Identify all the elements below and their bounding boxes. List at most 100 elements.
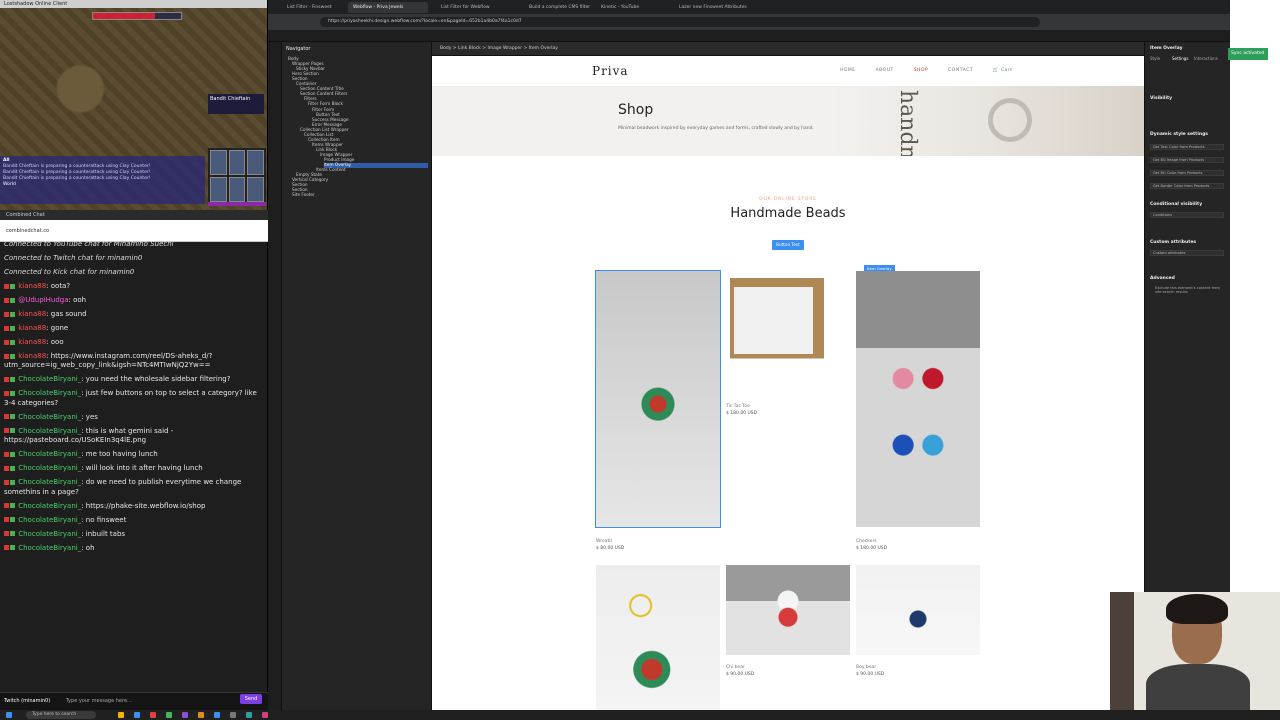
site-logo[interactable]: Priva <box>592 64 629 78</box>
taskbar-app-icon[interactable] <box>214 712 220 718</box>
site-nav-shop[interactable]: SHOP <box>914 68 929 73</box>
product-image[interactable] <box>856 271 980 527</box>
chat-username[interactable]: ChocolateBiryani_ <box>18 450 81 458</box>
conditions-row[interactable]: Conditions <box>1150 212 1224 218</box>
windows-taskbar: Type here to search <box>0 710 1280 720</box>
taskbar-app-icon[interactable] <box>230 712 236 718</box>
skill-slot[interactable] <box>247 177 264 202</box>
taskbar-app-icon[interactable] <box>134 712 140 718</box>
settings-tab[interactable]: Interactions <box>1194 56 1218 61</box>
platform-icon <box>4 479 9 485</box>
advanced-search-exclude[interactable]: Exclude this element's content from site… <box>1155 286 1225 294</box>
taskbar-app-icon[interactable] <box>262 712 268 718</box>
settings-tab[interactable]: Style <box>1150 56 1160 61</box>
mod-icon <box>10 390 15 396</box>
navigator-item[interactable]: Hero Section <box>292 72 428 77</box>
navigator-item[interactable]: Section <box>292 183 428 188</box>
product-name[interactable]: Chi bear <box>726 665 745 670</box>
chat-username[interactable]: kiana88 <box>18 338 46 346</box>
chat-username[interactable]: ChocolateBiryani_ <box>18 427 81 435</box>
navigator-item[interactable]: Section Content Filters <box>300 92 428 97</box>
start-icon[interactable] <box>6 712 12 718</box>
product-image[interactable] <box>596 565 720 710</box>
navigator-item[interactable]: Site Footer <box>292 193 428 198</box>
chat-message: ChocolateBiryani_: this is what gemini s… <box>4 427 264 446</box>
taskbar-app-icon[interactable] <box>150 712 156 718</box>
browser-tab[interactable]: List Filter for Webflow <box>436 2 516 13</box>
url-field[interactable]: https://priyasheekhi.design.webflow.com/… <box>320 17 1040 27</box>
chat-username[interactable]: ChocolateBiryani_ <box>18 502 81 510</box>
skill-slot[interactable] <box>210 177 227 202</box>
chat-message: ChocolateBiryani_: you need the wholesal… <box>4 375 264 384</box>
chat-message: ChocolateBiryani_: will look into it aft… <box>4 464 264 473</box>
taskbar-app-icon[interactable] <box>246 712 252 718</box>
designer-canvas[interactable]: Priva HOME ABOUT SHOP CONTACT 🛒 Cart han… <box>432 56 1144 710</box>
skill-slot[interactable] <box>228 177 246 202</box>
chat-username[interactable]: ChocolateBiryani_ <box>18 478 81 486</box>
game-chat-tab-world[interactable]: World <box>3 182 202 188</box>
browser-tab[interactable]: Lazer new Finsweet Attributes <box>674 2 754 13</box>
dynamic-style-row[interactable]: Get BG Image from Products <box>1150 157 1224 163</box>
skill-bar[interactable] <box>208 148 266 204</box>
browser-tabbar: List Filter - Finsweet Webflow - Priva Je… <box>268 0 1230 14</box>
site-nav-home[interactable]: HOME <box>840 68 856 73</box>
product-name[interactable]: Boy bear <box>856 665 876 670</box>
product-image[interactable] <box>726 271 850 393</box>
product-image[interactable] <box>726 565 850 655</box>
skill-slot[interactable] <box>247 150 264 175</box>
site-nav-contact[interactable]: CONTACT <box>948 68 973 73</box>
mod-icon <box>10 297 15 303</box>
chat-username[interactable]: ChocolateBiryani_ <box>18 516 81 524</box>
settings-tab[interactable]: Settings <box>1172 56 1188 61</box>
chat-username[interactable]: kiana88 <box>18 282 46 290</box>
site-nav-about[interactable]: ABOUT <box>876 68 894 73</box>
product-image[interactable] <box>856 565 980 655</box>
navigator-item[interactable]: Vertical Category <box>292 178 428 183</box>
browser-tab[interactable]: Webflow - Priva Jewels <box>348 2 428 13</box>
product-name[interactable]: Wreath <box>596 539 612 544</box>
chat-username[interactable]: kiana88 <box>18 324 46 332</box>
hero-ring-decoration <box>988 98 1032 142</box>
dynamic-style-row[interactable]: Get Border Color from Products <box>1150 183 1224 189</box>
chat-username[interactable]: ChocolateBiryani_ <box>18 544 81 552</box>
chat-text: no finsweet <box>85 515 127 524</box>
site-nav-cart[interactable]: 🛒 Cart <box>993 68 1031 73</box>
navigator-item[interactable]: Items Content <box>316 167 428 173</box>
chat-send-button[interactable]: Send <box>240 694 262 704</box>
taskbar-app-icon[interactable] <box>166 712 172 718</box>
dynamic-style-row[interactable]: Get Text Color from Products <box>1150 144 1224 150</box>
browser-toolbar: https://priyasheekhi.design.webflow.com/… <box>268 14 1230 30</box>
chat-username[interactable]: kiana88 <box>18 310 46 318</box>
skill-slot[interactable] <box>210 150 227 175</box>
custom-attributes-row[interactable]: Custom attributes <box>1150 250 1224 256</box>
chat-username[interactable]: ChocolateBiryani_ <box>18 375 81 383</box>
chat-message: kiana88: gas sound <box>4 310 264 319</box>
browser-window: List Filter - Finsweet Webflow - Priva Je… <box>268 0 1230 710</box>
filter-button[interactable]: Button Text <box>772 240 804 250</box>
dynamic-style-row[interactable]: Get BG Color from Products <box>1150 170 1224 176</box>
product-name[interactable]: Tic Tac Toe <box>726 404 750 409</box>
taskbar-app-icon[interactable] <box>118 712 124 718</box>
taskbar-app-icon[interactable] <box>182 712 188 718</box>
site-nav: HOME ABOUT SHOP CONTACT 🛒 Cart <box>840 68 1048 73</box>
skill-slot[interactable] <box>228 150 246 175</box>
element-breadcrumb[interactable]: Body > Link Block > Image Wrapper > Item… <box>432 42 1144 56</box>
custom-attributes-heading: Custom attributes <box>1150 240 1197 245</box>
chat-username[interactable]: ChocolateBiryani_ <box>18 530 81 538</box>
chat-address-bar[interactable]: combinedchat.co <box>0 220 268 242</box>
chat-username[interactable]: ChocolateBiryani_ <box>18 389 81 397</box>
taskbar-search[interactable]: Type here to search <box>26 711 96 719</box>
browser-tab[interactable]: Kinetic - YouTube <box>596 2 676 13</box>
chat-username[interactable]: @UdupiHudga <box>18 296 68 304</box>
chat-username[interactable]: ChocolateBiryani_ <box>18 413 81 421</box>
chat-username[interactable]: kiana88 <box>18 352 46 360</box>
chat-input-placeholder: Type your message here... <box>65 698 132 704</box>
product-name[interactable]: Checkers <box>856 539 877 544</box>
product-image[interactable] <box>595 270 721 528</box>
chat-text: you need the wholesale sidebar filtering… <box>85 375 231 384</box>
taskbar-app-icon[interactable] <box>198 712 204 718</box>
chat-username[interactable]: ChocolateBiryani_ <box>18 464 81 472</box>
chat-input[interactable]: Twitch (minamin0) Type your message here… <box>0 692 268 710</box>
mod-icon <box>10 325 15 331</box>
browser-tab[interactable]: Build a complete CMS filter <box>524 2 604 13</box>
